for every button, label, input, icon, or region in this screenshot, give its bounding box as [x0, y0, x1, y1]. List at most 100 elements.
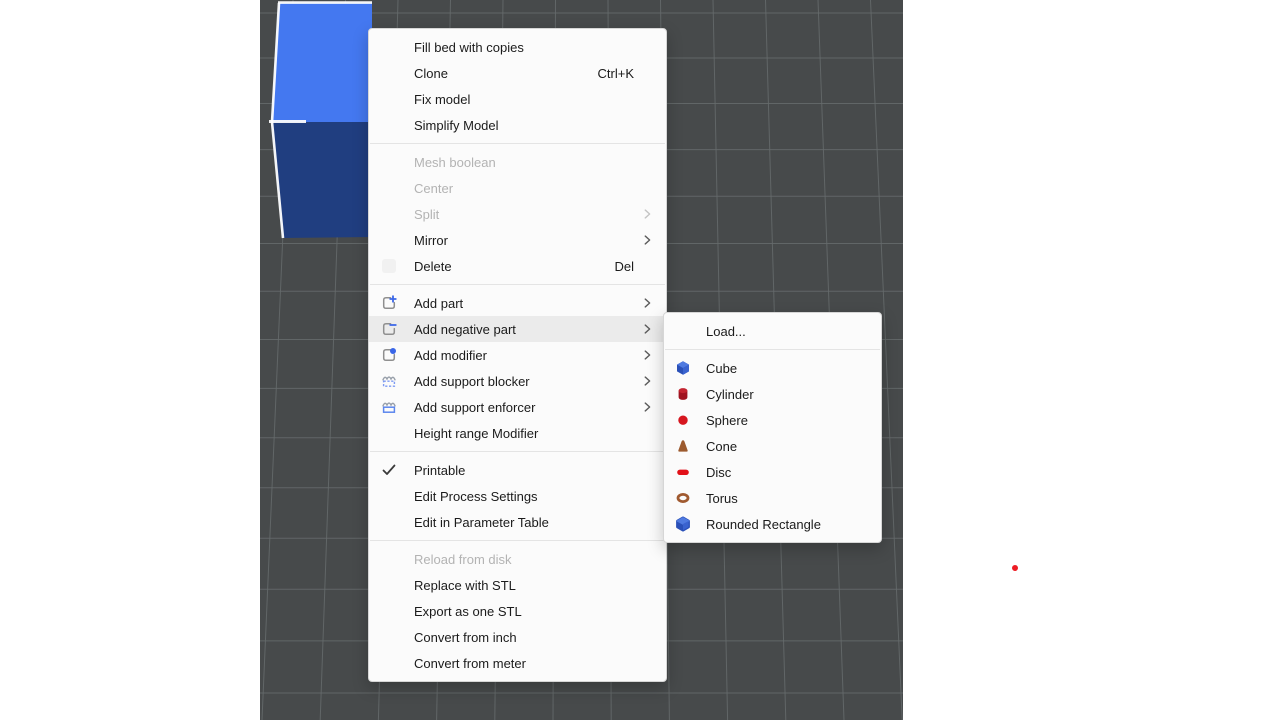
icon-gutter-empty	[381, 514, 397, 530]
submenu-item-cube[interactable]: Cube	[664, 355, 881, 381]
chevron-right-icon	[640, 322, 654, 336]
menu-item-delete[interactable]: DeleteDel	[369, 253, 666, 279]
submenu-item-cone[interactable]: Cone	[664, 433, 881, 459]
icon-gutter-empty	[381, 154, 397, 170]
chevron-right-icon	[640, 207, 654, 221]
menu-item-simplify-model[interactable]: Simplify Model	[369, 112, 666, 138]
menu-separator	[370, 143, 665, 144]
submenu-item-rounded-rectangle[interactable]: Rounded Rectangle	[664, 511, 881, 537]
menu-item-label: Cylinder	[706, 387, 871, 402]
menu-item-mirror[interactable]: Mirror	[369, 227, 666, 253]
icon-gutter-empty	[381, 488, 397, 504]
menu-item-add-support-enforcer[interactable]: Add support enforcer	[369, 394, 666, 420]
menu-item-reload-from-disk: Reload from disk	[369, 546, 666, 572]
disc-icon	[674, 464, 692, 480]
icon-gutter-empty	[381, 117, 397, 133]
menu-item-height-range-modifier[interactable]: Height range Modifier	[369, 420, 666, 446]
add-modifier-icon	[381, 347, 397, 363]
blank-placeholder-icon	[381, 258, 397, 274]
chevron-right-icon	[640, 374, 654, 388]
menu-item-add-modifier[interactable]: Add modifier	[369, 342, 666, 368]
menu-item-export-as-one-stl[interactable]: Export as one STL	[369, 598, 666, 624]
menu-item-label: Edit in Parameter Table	[414, 515, 654, 530]
menu-item-label: Delete	[414, 259, 614, 274]
cube-icon	[674, 360, 692, 376]
menu-item-label: Replace with STL	[414, 578, 654, 593]
icon-gutter-empty	[381, 551, 397, 567]
chevron-right-icon	[640, 233, 654, 247]
menu-item-label: Mesh boolean	[414, 155, 654, 170]
menu-item-label: Add part	[414, 296, 640, 311]
icon-gutter-empty	[381, 603, 397, 619]
menu-item-fill-bed-with-copies[interactable]: Fill bed with copies	[369, 34, 666, 60]
add-negative-part-submenu: Load... Cube Cylinder Sphere Cone Disc Torus Ro…	[663, 312, 882, 543]
submenu-item-sphere[interactable]: Sphere	[664, 407, 881, 433]
submenu-item-torus[interactable]: Torus	[664, 485, 881, 511]
menu-item-label: Center	[414, 181, 654, 196]
icon-gutter-empty	[381, 206, 397, 222]
menu-item-label: Add negative part	[414, 322, 640, 337]
menu-item-convert-from-inch[interactable]: Convert from inch	[369, 624, 666, 650]
shortcut-label: Ctrl+K	[598, 66, 634, 81]
menu-item-label: Convert from meter	[414, 656, 654, 671]
icon-gutter-empty	[674, 323, 692, 339]
menu-item-label: Convert from inch	[414, 630, 654, 645]
menu-item-replace-with-stl[interactable]: Replace with STL	[369, 572, 666, 598]
support-enforcer-icon	[381, 399, 397, 415]
menu-item-add-negative-part[interactable]: Add negative part	[369, 316, 666, 342]
menu-item-center: Center	[369, 175, 666, 201]
menu-separator	[370, 540, 665, 541]
support-blocker-icon	[381, 373, 397, 389]
icon-gutter-empty	[381, 629, 397, 645]
icon-gutter-empty	[381, 655, 397, 671]
menu-item-label: Fix model	[414, 92, 654, 107]
icon-gutter-empty	[381, 39, 397, 55]
menu-item-mesh-boolean: Mesh boolean	[369, 149, 666, 175]
rounded-rectangle-icon	[674, 516, 692, 532]
icon-gutter-empty	[381, 232, 397, 248]
menu-separator	[665, 349, 880, 350]
menu-item-label: Load...	[706, 324, 871, 339]
menu-item-add-support-blocker[interactable]: Add support blocker	[369, 368, 666, 394]
menu-item-label: Rounded Rectangle	[706, 517, 871, 532]
icon-gutter-empty	[381, 65, 397, 81]
add-part-icon	[381, 295, 397, 311]
menu-item-split: Split	[369, 201, 666, 227]
menu-item-label: Fill bed with copies	[414, 40, 654, 55]
menu-item-label: Simplify Model	[414, 118, 654, 133]
menu-item-printable[interactable]: Printable	[369, 457, 666, 483]
menu-item-label: Export as one STL	[414, 604, 654, 619]
menu-item-add-part[interactable]: Add part	[369, 290, 666, 316]
menu-item-label: Reload from disk	[414, 552, 654, 567]
submenu-item-disc[interactable]: Disc	[664, 459, 881, 485]
menu-item-edit-process-settings[interactable]: Edit Process Settings	[369, 483, 666, 509]
menu-item-label: Cube	[706, 361, 871, 376]
menu-item-fix-model[interactable]: Fix model	[369, 86, 666, 112]
menu-separator	[370, 284, 665, 285]
menu-item-edit-in-parameter-table[interactable]: Edit in Parameter Table	[369, 509, 666, 535]
checkmark-icon	[381, 462, 397, 478]
cylinder-icon	[674, 386, 692, 402]
icon-gutter-empty	[381, 577, 397, 593]
cone-icon	[674, 438, 692, 454]
menu-item-label: Add modifier	[414, 348, 640, 363]
menu-item-label: Cone	[706, 439, 871, 454]
menu-item-label: Torus	[706, 491, 871, 506]
submenu-item-cylinder[interactable]: Cylinder	[664, 381, 881, 407]
chevron-right-icon	[640, 348, 654, 362]
menu-item-label: Add support blocker	[414, 374, 640, 389]
chevron-right-icon	[640, 296, 654, 310]
menu-item-label: Edit Process Settings	[414, 489, 654, 504]
menu-item-label: Height range Modifier	[414, 426, 654, 441]
torus-icon	[674, 490, 692, 506]
object-context-menu: Fill bed with copies CloneCtrl+K Fix model…	[368, 28, 667, 682]
menu-item-label: Mirror	[414, 233, 640, 248]
shortcut-label: Del	[614, 259, 634, 274]
menu-item-convert-from-meter[interactable]: Convert from meter	[369, 650, 666, 676]
icon-gutter-empty	[381, 180, 397, 196]
submenu-item-load[interactable]: Load...	[664, 318, 881, 344]
menu-item-clone[interactable]: CloneCtrl+K	[369, 60, 666, 86]
sphere-icon	[674, 412, 692, 428]
menu-separator	[370, 451, 665, 452]
menu-item-label: Printable	[414, 463, 654, 478]
